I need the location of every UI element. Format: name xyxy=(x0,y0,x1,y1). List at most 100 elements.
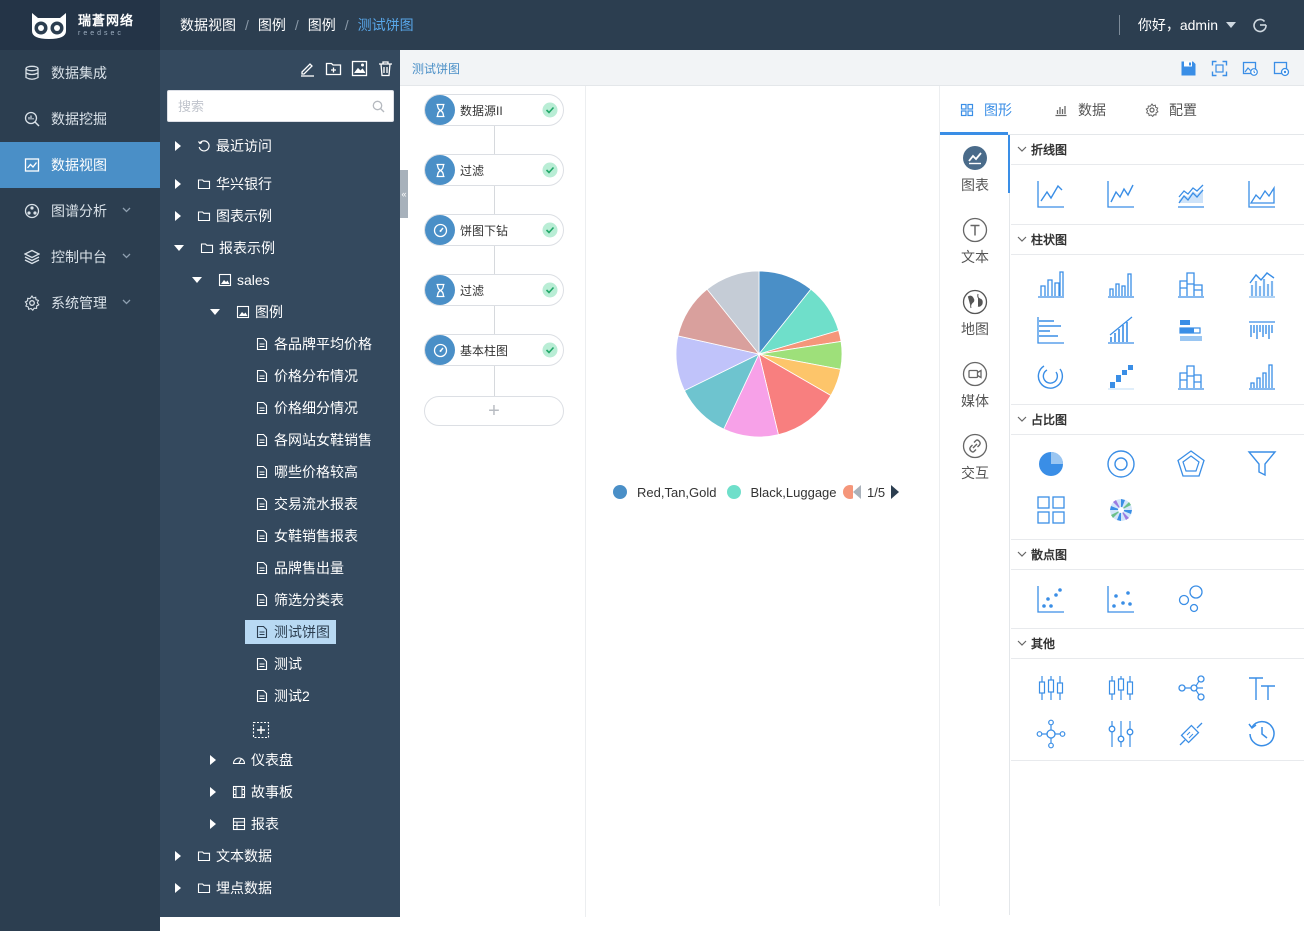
breadcrumb-item[interactable]: 图例 xyxy=(258,15,286,35)
flow-node[interactable]: 过滤 xyxy=(424,154,564,186)
add-step-button[interactable]: + xyxy=(424,396,564,426)
legend-label[interactable]: Black,Luggage xyxy=(751,485,837,500)
tree-search-input[interactable] xyxy=(178,98,368,114)
tree-leaf[interactable]: 测试 xyxy=(255,652,302,676)
flow-node[interactable]: 饼图下钻 xyxy=(424,214,564,246)
bubble-icon[interactable] xyxy=(1176,584,1206,614)
logout-icon[interactable] xyxy=(1252,17,1268,33)
delete-icon[interactable] xyxy=(377,60,394,77)
horizontal-bar-icon[interactable] xyxy=(1036,315,1066,345)
area-line-icon[interactable] xyxy=(1247,179,1277,209)
tree-node-folder[interactable]: 图表示例 xyxy=(175,204,272,228)
settings-image-icon[interactable] xyxy=(1273,60,1290,77)
section-line-charts[interactable]: 折线图 xyxy=(1011,135,1304,165)
sunburst-icon[interactable] xyxy=(1106,495,1136,525)
tree-leaf[interactable]: 各网站女鞋销售 xyxy=(255,428,372,452)
logo[interactable]: 瑞蒼网络 reedsec xyxy=(0,0,160,50)
category-interaction[interactable]: 交互 xyxy=(940,433,1010,493)
section-other-charts[interactable]: 其他 xyxy=(1011,629,1304,659)
new-image-icon[interactable] xyxy=(351,60,368,77)
category-text[interactable]: 文本 xyxy=(940,217,1010,277)
diagonal-bar-icon[interactable] xyxy=(1106,315,1136,345)
nav-item-data-mining[interactable]: 数据挖掘 xyxy=(0,96,160,142)
tab-config[interactable]: 配置 xyxy=(1145,86,1197,134)
legend-next-icon[interactable] xyxy=(891,485,900,499)
radial-bar-icon[interactable] xyxy=(1036,361,1066,391)
rising-bar-icon[interactable] xyxy=(1247,361,1277,391)
candlestick-2-icon[interactable] xyxy=(1106,673,1136,703)
multi-line-icon[interactable] xyxy=(1176,179,1206,209)
scatter-2-icon[interactable] xyxy=(1106,584,1136,614)
breadcrumb-item[interactable]: 图例 xyxy=(308,15,336,35)
radar-chart-icon[interactable] xyxy=(1176,449,1206,479)
funnel-chart-icon[interactable] xyxy=(1247,449,1277,479)
section-proportion-charts[interactable]: 占比图 xyxy=(1011,405,1304,435)
tree-node-folder[interactable]: 华兴银行 xyxy=(175,172,272,196)
expand-arrow-icon[interactable] xyxy=(210,787,216,797)
collapse-arrow-icon[interactable] xyxy=(192,277,202,283)
expand-arrow-icon[interactable] xyxy=(175,179,181,189)
expand-arrow-icon[interactable] xyxy=(175,851,181,861)
tree-leaf[interactable]: 交易流水报表 xyxy=(255,492,358,516)
line-chart-2-icon[interactable] xyxy=(1106,179,1136,209)
section-bar-charts[interactable]: 柱状图 xyxy=(1011,225,1304,255)
edit-icon[interactable] xyxy=(299,60,316,77)
line-chart-icon[interactable] xyxy=(1036,179,1066,209)
breadcrumb-item[interactable]: 数据视图 xyxy=(180,15,236,35)
sliders-icon[interactable] xyxy=(1106,719,1136,749)
flow-node[interactable]: 数据源II xyxy=(424,94,564,126)
pie-chart[interactable] xyxy=(587,86,939,526)
preview-image-icon[interactable] xyxy=(1242,60,1259,77)
collapse-arrow-icon[interactable] xyxy=(210,309,220,315)
scatter-icon[interactable] xyxy=(1036,584,1066,614)
legend-label[interactable]: Red,Tan,Gold xyxy=(637,485,717,500)
stacked-column-icon[interactable] xyxy=(1176,361,1206,391)
nav-item-system-admin[interactable]: 系统管理 xyxy=(0,280,160,326)
tree-leaf[interactable]: 各品牌平均价格 xyxy=(255,332,372,356)
tree-node-folder[interactable]: 埋点数据 xyxy=(175,876,272,900)
tree-leaf[interactable]: 价格分布情况 xyxy=(255,364,358,388)
flow-node[interactable]: 基本柱图 xyxy=(424,334,564,366)
bar-line-mix-icon[interactable] xyxy=(1247,269,1277,299)
tree-node-dashboard[interactable]: 仪表盘 xyxy=(210,748,293,772)
nav-item-data-view[interactable]: 数据视图 xyxy=(0,142,160,188)
network-icon[interactable] xyxy=(1036,719,1066,749)
tree-leaf-selected[interactable]: 测试饼图 xyxy=(245,620,336,644)
search-icon[interactable] xyxy=(372,100,385,113)
flow-node[interactable]: 过滤 xyxy=(424,274,564,306)
nav-item-control-center[interactable]: 控制中台 xyxy=(0,234,160,280)
tree-node-storyboard[interactable]: 故事板 xyxy=(210,780,293,804)
collapse-arrow-icon[interactable] xyxy=(174,245,184,251)
treemap-icon[interactable] xyxy=(1036,495,1066,525)
tree-graph-icon[interactable] xyxy=(1176,673,1206,703)
tree-leaf[interactable]: 筛选分类表 xyxy=(255,588,344,612)
timeline-icon[interactable] xyxy=(1247,719,1277,749)
nav-item-data-integration[interactable]: 数据集成 xyxy=(0,50,160,96)
tab-shape[interactable]: 图形 xyxy=(960,86,1012,134)
bar-chart-2-icon[interactable] xyxy=(1106,269,1136,299)
save-icon[interactable] xyxy=(1180,60,1197,77)
section-scatter-charts[interactable]: 散点图 xyxy=(1011,540,1304,570)
add-item-button[interactable] xyxy=(252,718,275,742)
tree-leaf[interactable]: 品牌售出量 xyxy=(255,556,344,580)
tree-node-report[interactable]: 报表 xyxy=(210,812,279,836)
legend-prev-icon[interactable] xyxy=(853,485,861,499)
category-map[interactable]: 地图 xyxy=(940,289,1010,349)
pie-chart-icon[interactable] xyxy=(1036,449,1066,479)
nav-item-graph-analysis[interactable]: 图谱分析 xyxy=(0,188,160,234)
text-icon[interactable] xyxy=(1247,673,1277,703)
progress-bar-icon[interactable] xyxy=(1176,315,1206,345)
tree-node-sales[interactable]: sales xyxy=(192,268,270,292)
tree-leaf[interactable]: 哪些价格较高 xyxy=(255,460,358,484)
user-greeting[interactable]: 你好，admin xyxy=(1138,15,1218,35)
tree-leaf[interactable]: 测试2 xyxy=(255,684,310,708)
category-chart[interactable]: 图表 xyxy=(940,145,1010,205)
expand-arrow-icon[interactable] xyxy=(210,755,216,765)
stacked-bar-icon[interactable] xyxy=(1176,269,1206,299)
tree-node-folder[interactable]: 报表示例 xyxy=(174,236,275,260)
caret-down-icon[interactable] xyxy=(1226,22,1236,28)
category-media[interactable]: 媒体 xyxy=(940,361,1010,421)
ring-chart-icon[interactable] xyxy=(1106,449,1136,479)
fullscreen-icon[interactable] xyxy=(1211,60,1228,77)
waterfall-icon[interactable] xyxy=(1106,361,1136,391)
